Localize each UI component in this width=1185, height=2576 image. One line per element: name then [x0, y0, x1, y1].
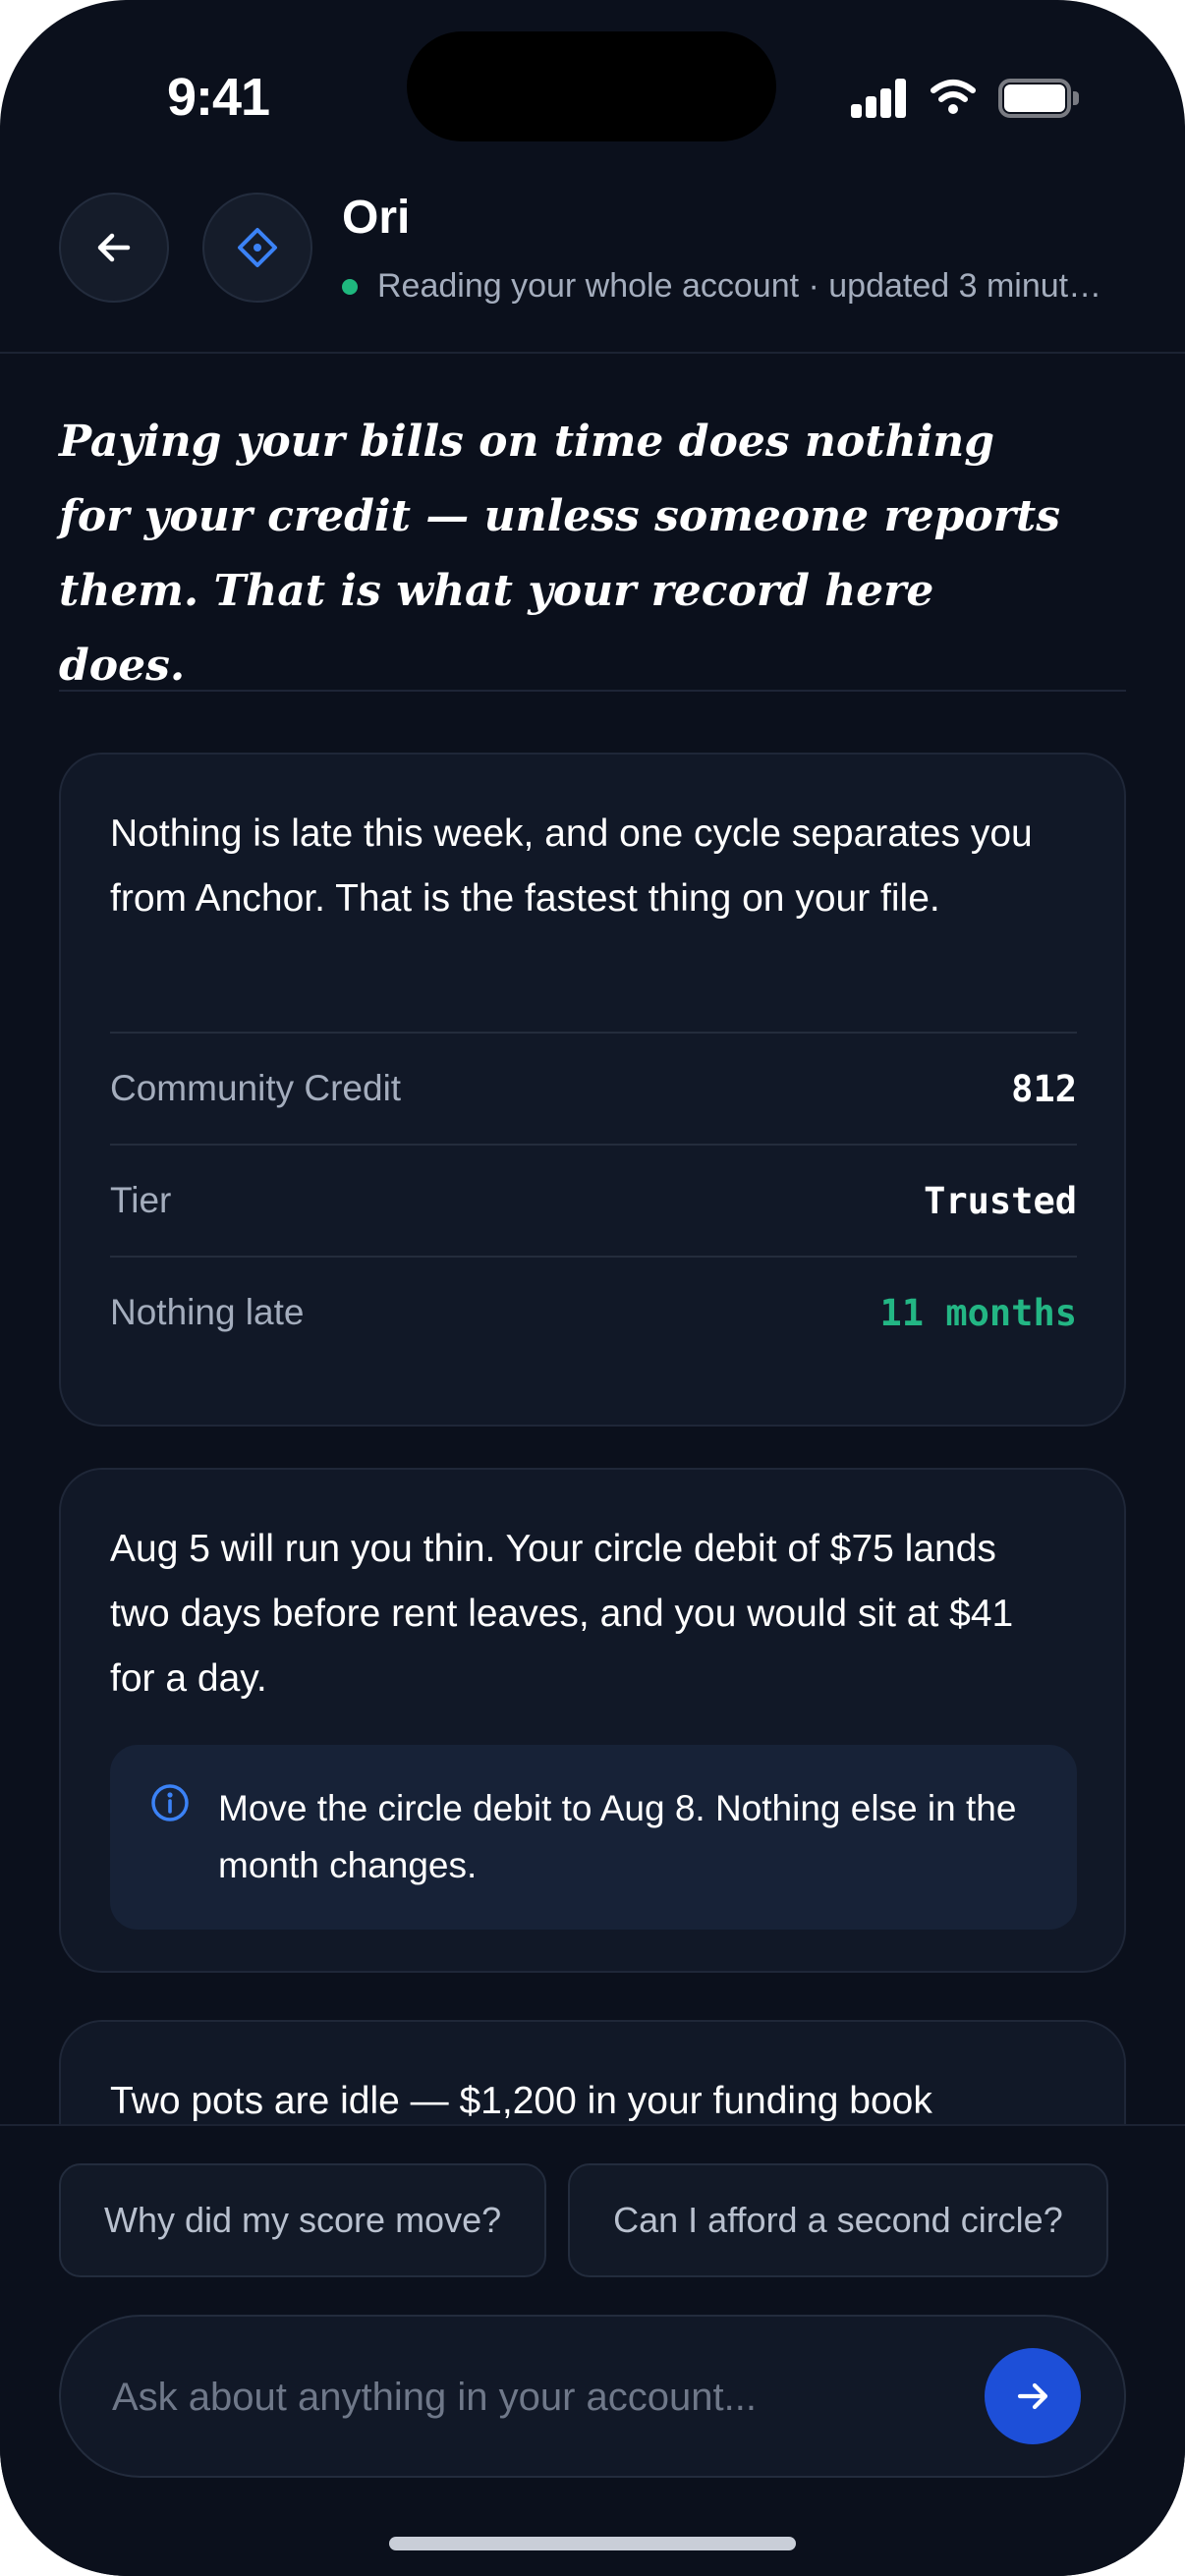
arrow-left-icon — [97, 233, 131, 262]
assistant-name: Ori — [342, 192, 411, 244]
callout-text: Move the circle debit to Aug 8. Nothing … — [218, 1788, 1017, 1885]
arrow-right-icon — [1017, 2382, 1048, 2410]
chat-content[interactable]: Paying your bills on time does nothing f… — [0, 356, 1185, 2124]
home-indicator[interactable] — [389, 2537, 796, 2550]
message-input[interactable] — [112, 2356, 977, 2438]
chat-header: Ori Reading your whole account · updated… — [0, 177, 1185, 354]
intro-statement: Paying your bills on time does nothing f… — [59, 417, 1061, 691]
suggestion-chip-afford[interactable]: Can I afford a second circle? — [568, 2163, 1108, 2277]
cellular-signal-icon — [851, 79, 906, 118]
info-icon — [151, 1784, 189, 1821]
stat-row: Community Credit 812 — [110, 1032, 1077, 1144]
suggestion-chips[interactable]: Why did my score move? Can I afford a sec… — [59, 2163, 1185, 2281]
dynamic-island — [407, 31, 776, 141]
message-card-pots: Two pots are idle — $1,200 in your fundi… — [59, 2020, 1126, 2124]
message-text: Two pots are idle — $1,200 in your fundi… — [110, 2080, 932, 2122]
assistant-avatar[interactable] — [202, 193, 312, 303]
message-text: Aug 5 will run you thin. Your circle deb… — [110, 1528, 1014, 1700]
divider — [59, 690, 1126, 692]
status-bar: 9:41 — [0, 0, 1185, 147]
suggestion-chip-score[interactable]: Why did my score move? — [59, 2163, 547, 2277]
message-card-cashflow: Aug 5 will run you thin. Your circle deb… — [59, 1468, 1126, 1973]
credit-stats: Community Credit 812 Tier Trusted Nothin… — [110, 1032, 1077, 1368]
back-button[interactable] — [59, 193, 169, 303]
message-composer — [59, 2315, 1126, 2478]
suggestion-callout: Move the circle debit to Aug 8. Nothing … — [110, 1745, 1077, 1930]
composer-area: Why did my score move? Can I afford a sec… — [0, 2124, 1185, 2576]
online-status-dot — [342, 278, 358, 295]
status-text: Reading your whole account · updated 3 m… — [377, 267, 1108, 305]
message-text: Nothing is late this week, and one cycle… — [110, 812, 1033, 920]
phone-screen: 9:41 Ori Reading your whole account · up… — [0, 0, 1185, 2576]
stat-row: Tier Trusted — [110, 1144, 1077, 1256]
stat-value: 11 months — [879, 1291, 1077, 1334]
stat-value: 812 — [1011, 1067, 1077, 1110]
stat-value: Trusted — [924, 1179, 1077, 1222]
stat-label: Community Credit — [110, 1068, 402, 1108]
send-button[interactable] — [985, 2348, 1081, 2444]
status-time: 9:41 — [167, 68, 270, 127]
assistant-status: Reading your whole account · updated 3 m… — [342, 267, 1108, 306]
wifi-icon — [931, 80, 976, 114]
diamond-icon — [238, 228, 277, 267]
stat-label: Nothing late — [110, 1292, 305, 1332]
stat-label: Tier — [110, 1180, 172, 1220]
stat-row: Nothing late 11 months — [110, 1256, 1077, 1368]
battery-icon — [998, 79, 1079, 118]
message-card-credit: Nothing is late this week, and one cycle… — [59, 753, 1126, 1427]
